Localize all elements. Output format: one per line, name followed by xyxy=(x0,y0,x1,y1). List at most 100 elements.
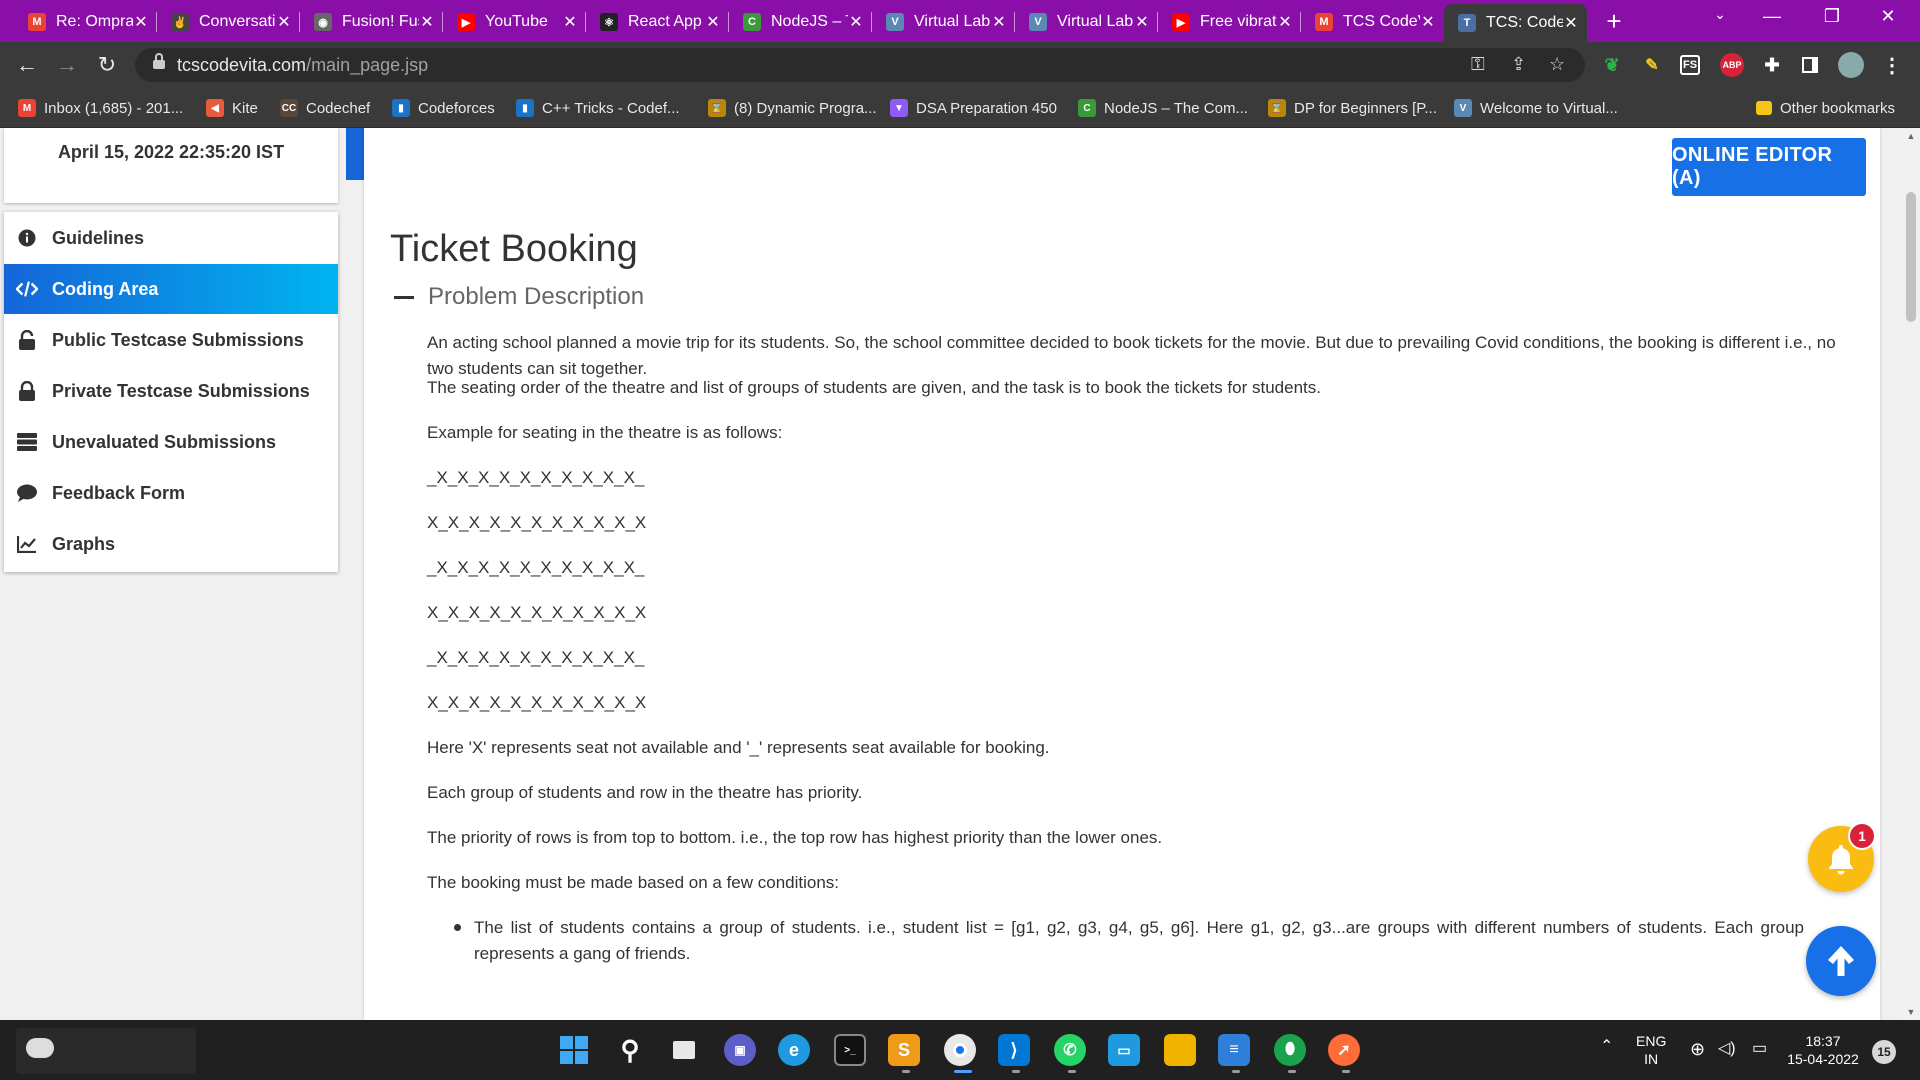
network-icon[interactable]: ⊕ xyxy=(1690,1040,1705,1058)
close-tab-icon[interactable]: ✕ xyxy=(991,12,1007,32)
scrollbar-thumb[interactable] xyxy=(1906,192,1916,322)
tab-search-icon[interactable]: ⌄ xyxy=(1700,6,1740,23)
tab-title: NodeJS – The xyxy=(771,13,848,30)
mongodb-compass-icon[interactable]: ⬮ xyxy=(1274,1034,1306,1066)
side-panel-icon[interactable] xyxy=(1798,53,1822,77)
desktop-icon[interactable]: ▭ xyxy=(1108,1034,1140,1066)
close-tab-icon[interactable]: ✕ xyxy=(419,12,435,32)
notification-center-badge[interactable]: 15 xyxy=(1872,1040,1896,1064)
back-icon[interactable]: ← xyxy=(12,50,42,80)
sidebar-item[interactable]: Unevaluated Submissions xyxy=(4,417,338,467)
adblock-icon[interactable]: ABP xyxy=(1720,53,1744,77)
browser-tab[interactable]: ✌ Conversations✕ xyxy=(157,6,300,38)
minimize-button[interactable]: — xyxy=(1752,6,1792,27)
fs-extension-icon[interactable]: FS xyxy=(1680,55,1700,75)
postman-icon[interactable]: ➚ xyxy=(1328,1034,1360,1066)
scroll-down-arrow-icon[interactable]: ▼ xyxy=(1902,1004,1920,1020)
bookmark-star-icon[interactable]: ☆ xyxy=(1549,54,1565,75)
notepad-icon[interactable]: ≡ xyxy=(1218,1034,1250,1066)
youtube-icon: ▶ xyxy=(1172,13,1190,31)
bookmark-item[interactable]: ◀ Kite xyxy=(206,97,258,119)
share-icon[interactable]: ⇪ xyxy=(1511,54,1526,75)
forward-icon[interactable]: → xyxy=(52,50,82,80)
vscode-icon[interactable]: ⟩ xyxy=(998,1034,1030,1066)
problem-description-section[interactable]: Problem Description xyxy=(394,283,644,311)
volume-icon[interactable]: ◁) xyxy=(1718,1040,1736,1058)
bookmark-item[interactable]: CC Codechef xyxy=(280,97,370,119)
bookmark-item[interactable]: M Inbox (1,685) - 201... xyxy=(18,97,183,119)
sidebar-item[interactable]: Feedback Form xyxy=(4,468,338,518)
profile-avatar[interactable] xyxy=(1838,52,1864,78)
close-tab-icon[interactable]: ✕ xyxy=(276,12,292,32)
terminal-icon[interactable]: >_ xyxy=(834,1034,866,1066)
browser-tab[interactable]: V Virtual Lab ✕ xyxy=(1015,6,1158,38)
browser-tab[interactable]: C NodeJS – The✕ xyxy=(729,6,872,38)
close-window-button[interactable]: ✕ xyxy=(1868,6,1908,27)
peace-hand-icon: ✌ xyxy=(171,13,189,31)
browser-tab[interactable]: ◉ Fusion! Fusion✕ xyxy=(300,6,443,38)
pencil-extension-icon[interactable]: ✎ xyxy=(1640,53,1664,77)
chrome-icon[interactable] xyxy=(944,1034,976,1066)
browser-tab[interactable]: V Virtual Lab ✕ xyxy=(872,6,1015,38)
bookmark-item[interactable]: ▮ C++ Tricks - Codef... xyxy=(516,97,680,119)
browser-tab[interactable]: ▶ YouTube ✕ xyxy=(443,6,586,38)
bookmark-item[interactable]: ▮ Codeforces xyxy=(392,97,495,119)
new-tab-button[interactable]: + xyxy=(1600,6,1628,37)
running-indicator xyxy=(902,1070,910,1073)
close-tab-icon[interactable]: ✕ xyxy=(1420,12,1436,32)
bookmark-item[interactable]: ▼ DSA Preparation 450 xyxy=(890,97,1057,119)
browser-tab[interactable]: ▶ Free vibrato ✕ xyxy=(1158,6,1301,38)
menu-kebab-icon[interactable]: ⋮ xyxy=(1880,53,1904,77)
bookmark-item[interactable]: C NodeJS – The Com... xyxy=(1078,97,1248,119)
windows-start-icon[interactable] xyxy=(558,1034,590,1066)
language-indicator[interactable]: ENG IN xyxy=(1636,1032,1666,1068)
task-view-icon[interactable] xyxy=(668,1034,700,1066)
close-tab-icon[interactable]: ✕ xyxy=(848,12,864,32)
sidebar-item[interactable]: Guidelines xyxy=(4,213,338,263)
paragraph: The priority of rows is from top to bott… xyxy=(427,828,1163,847)
key-icon[interactable]: ⚿ xyxy=(1471,54,1485,75)
browser-tab[interactable]: M Re: Omprakash✕ xyxy=(14,6,157,38)
evernote-icon[interactable]: ❦ xyxy=(1600,53,1624,77)
tray-overflow-icon[interactable]: ⌃ xyxy=(1600,1038,1613,1056)
browser-tab[interactable]: T TCS: CodeVita✕ xyxy=(1444,4,1587,42)
online-editor-button[interactable]: ONLINE EDITOR (A) xyxy=(1672,138,1866,196)
close-tab-icon[interactable]: ✕ xyxy=(133,12,149,32)
close-tab-icon[interactable]: ✕ xyxy=(562,12,578,32)
extensions-icon[interactable]: ✚ xyxy=(1760,53,1784,77)
bookmark-item[interactable]: ⌛ (8) Dynamic Progra... xyxy=(708,97,877,119)
search-icon[interactable]: ⚲ xyxy=(614,1034,646,1066)
whatsapp-icon[interactable]: ✆ xyxy=(1054,1034,1086,1066)
edge-icon[interactable]: e xyxy=(778,1034,810,1066)
gmail-icon: M xyxy=(1315,13,1333,31)
gmail-icon: M xyxy=(28,13,46,31)
tab-separator xyxy=(156,12,157,32)
browser-tab[interactable]: M TCS CodeVita✕ xyxy=(1301,6,1444,38)
address-bar[interactable]: tcscodevita.com/main_page.jsp ⚿ ⇪ ☆ xyxy=(135,48,1585,82)
lock-icon[interactable] xyxy=(153,53,165,70)
scroll-up-arrow-icon[interactable]: ▲ xyxy=(1902,128,1920,144)
sidebar-item[interactable]: Public Testcase Submissions xyxy=(4,315,338,365)
teams-chat-icon[interactable]: ▣ xyxy=(724,1034,756,1066)
close-tab-icon[interactable]: ✕ xyxy=(1563,13,1579,33)
page-scrollbar[interactable]: ▲ ▼ xyxy=(1902,128,1920,1020)
close-tab-icon[interactable]: ✕ xyxy=(705,12,721,32)
close-tab-icon[interactable]: ✕ xyxy=(1134,12,1150,32)
scroll-to-top-button[interactable] xyxy=(1806,926,1876,996)
collapse-icon[interactable] xyxy=(394,295,414,299)
browser-tab[interactable]: ⚛ React App ✕ xyxy=(586,6,729,38)
sidebar-item[interactable]: Private Testcase Submissions xyxy=(4,366,338,416)
sublime-text-icon[interactable]: S xyxy=(888,1034,920,1066)
sidebar-item[interactable]: Coding Area xyxy=(4,264,338,314)
file-explorer-icon[interactable] xyxy=(1164,1034,1196,1066)
other-bookmarks-folder[interactable]: Other bookmarks xyxy=(1756,97,1895,119)
clock[interactable]: 18:37 15-04-2022 xyxy=(1782,1032,1864,1068)
weather-widget[interactable] xyxy=(16,1028,196,1074)
bookmark-item[interactable]: ⌛ DP for Beginners [P... xyxy=(1268,97,1437,119)
close-tab-icon[interactable]: ✕ xyxy=(1277,12,1293,32)
reload-icon[interactable]: ↻ xyxy=(92,50,122,80)
sidebar-item[interactable]: Graphs xyxy=(4,519,338,569)
restore-button[interactable]: ❐ xyxy=(1812,6,1852,27)
battery-icon[interactable]: ▭ xyxy=(1752,1040,1767,1058)
bookmark-item[interactable]: V Welcome to Virtual... xyxy=(1454,97,1618,119)
